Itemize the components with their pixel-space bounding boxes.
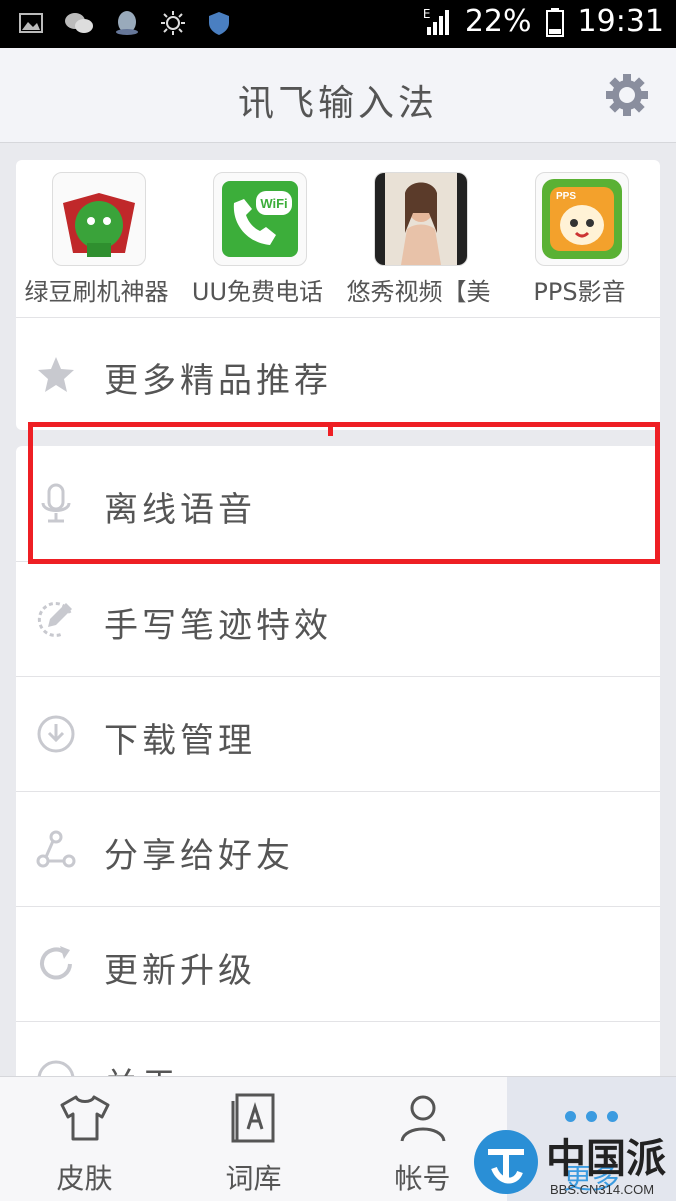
tab-label: 皮肤 — [56, 1162, 113, 1195]
highlight-tick — [328, 422, 333, 436]
share-icon — [36, 830, 76, 868]
wechat-icon — [65, 13, 93, 33]
app-item[interactable]: 悠秀视频【美 — [338, 160, 499, 316]
pen-icon — [37, 601, 72, 637]
app-name: PPS影音 — [533, 278, 626, 306]
pps-badge: PPS — [556, 191, 576, 202]
app-header: 讯飞输入法 — [0, 48, 676, 143]
menu-label: 离线语音 — [104, 490, 256, 530]
clock: 19:31 — [577, 4, 664, 39]
app-name: UU免费电话 — [191, 278, 324, 306]
app-thumbnail-pps: PPS — [535, 172, 629, 266]
more-recommend-label: 更多精品推荐 — [104, 361, 332, 401]
menu-label: 分享给好友 — [104, 836, 294, 876]
app-name: 绿豆刷机神器 — [24, 278, 169, 306]
svg-text:BBS.CN314.COM: BBS.CN314.COM — [550, 1182, 654, 1197]
app-thumbnail-android — [52, 172, 146, 266]
dictionary-icon — [231, 1093, 275, 1143]
page-title: 讯飞输入法 — [237, 83, 438, 124]
app-item[interactable]: PPS PPS影音 — [499, 160, 660, 316]
account-icon — [400, 1095, 446, 1142]
more-dots-icon — [565, 1111, 618, 1122]
gallery-icon — [19, 13, 43, 33]
refresh-icon — [40, 946, 72, 980]
shirt-icon — [60, 1095, 110, 1141]
more-recommend-row[interactable]: 更多精品推荐 — [16, 317, 660, 431]
app-thumbnail-phone: WiFi — [213, 172, 307, 266]
menu-item-share[interactable]: 分享给好友 — [16, 791, 660, 907]
shield-icon — [209, 12, 229, 35]
status-bar: E 22% 19:31 — [0, 0, 676, 48]
app-item[interactable]: WiFi UU免费电话 — [177, 160, 338, 316]
menu-item-offline-voice[interactable]: 离线语音 — [16, 446, 660, 561]
menu-item-handwriting[interactable]: 手写笔迹特效 — [16, 561, 660, 677]
recommend-card: 绿豆刷机神器 WiFi UU免费电话 悠秀视频【美 PPS PPS影音 更多精品… — [16, 160, 660, 430]
site-watermark-logo: 中国派 BBS.CN314.COM — [474, 1130, 666, 1197]
download-icon — [37, 715, 75, 753]
star-icon — [38, 357, 74, 392]
menu-item-update[interactable]: 更新升级 — [16, 906, 660, 1022]
menu-item-download[interactable]: 下载管理 — [16, 676, 660, 792]
battery-percent: 22% — [464, 4, 532, 39]
menu-card: 离线语音 手写笔迹特效 下载管理 分享给好友 更新升级 — [16, 446, 660, 1106]
menu-label: 更新升级 — [104, 951, 256, 991]
tab-label: 词库 — [225, 1162, 282, 1195]
signal-icon: E — [423, 7, 451, 37]
app-name: 悠秀视频【美 — [346, 278, 491, 306]
microphone-icon — [41, 483, 71, 523]
svg-text:中国派: 中国派 — [546, 1136, 666, 1182]
qq-icon — [116, 11, 138, 35]
wifi-badge: WiFi — [260, 196, 287, 211]
app-grid: 绿豆刷机神器 WiFi UU免费电话 悠秀视频【美 PPS PPS影音 — [16, 160, 660, 316]
tab-skin[interactable]: 皮肤 — [0, 1077, 169, 1201]
menu-label: 手写笔迹特效 — [104, 606, 332, 646]
brightness-icon — [161, 11, 185, 35]
tab-dictionary[interactable]: 词库 — [169, 1077, 338, 1201]
menu-label: 下载管理 — [104, 721, 256, 761]
app-thumbnail-video — [374, 172, 468, 266]
app-item[interactable]: 绿豆刷机神器 — [16, 160, 177, 316]
battery-icon — [545, 7, 564, 37]
gear-icon[interactable] — [604, 72, 650, 118]
